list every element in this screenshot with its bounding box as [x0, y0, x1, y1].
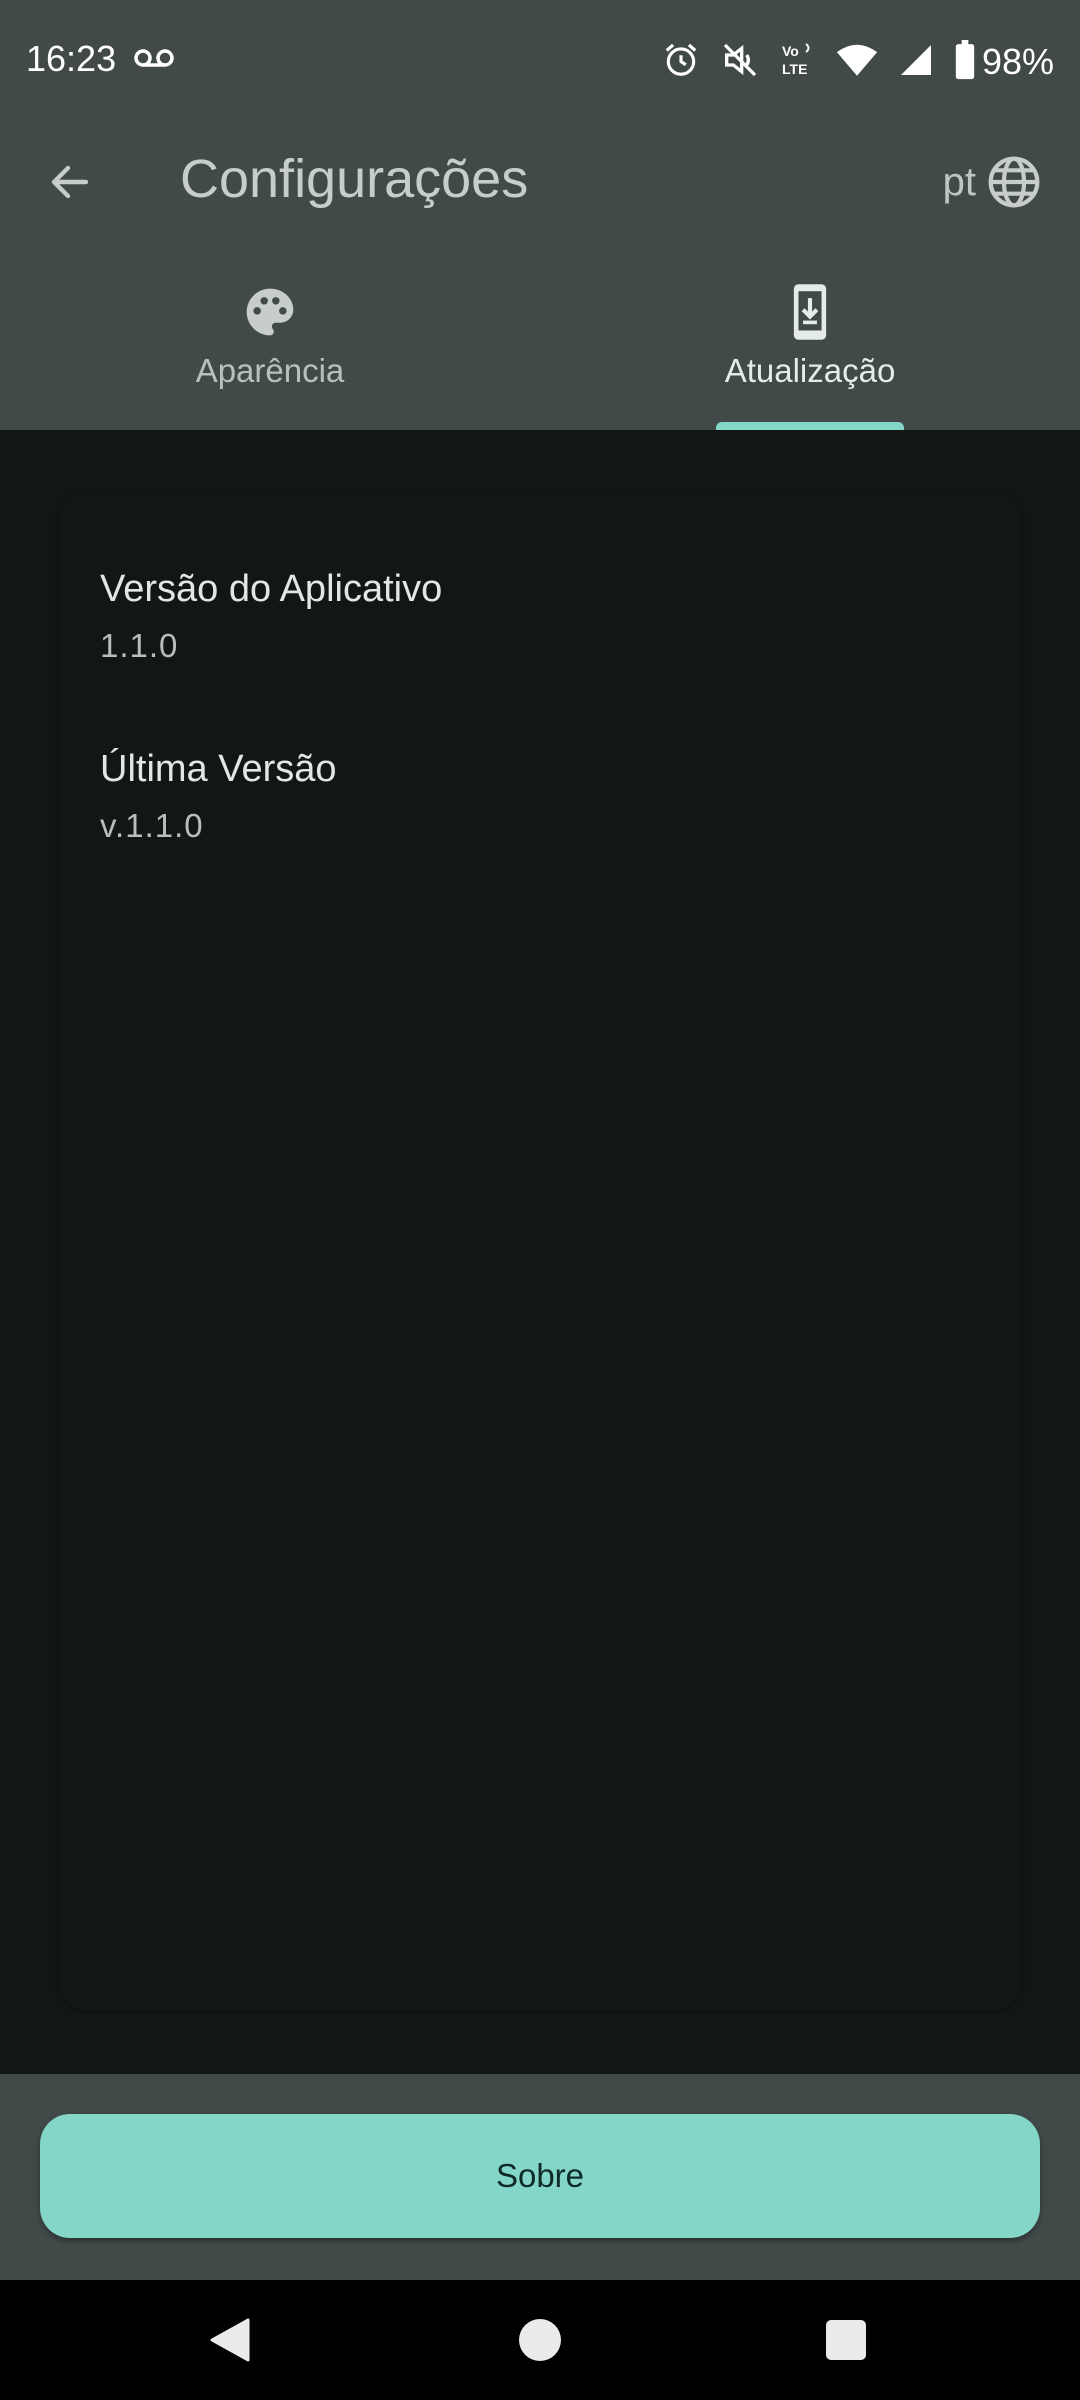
about-button-label: Sobre [495, 2157, 585, 2194]
bottom-action-area: Sobre [0, 2074, 1080, 2280]
palette-icon [240, 282, 300, 342]
volte-icon: Vo LTE [780, 40, 816, 85]
battery-percentage: 98% [981, 41, 1054, 82]
status-bar: 16:23 Vo LTE 98% [0, 0, 1080, 126]
version-info-card: Versão do Aplicativo 1.1.0 Última Versão… [58, 490, 1022, 2010]
signal-icon [898, 42, 934, 83]
vibrate-off-icon [720, 40, 760, 85]
app-bar: Configurações pt Aparência Atualização [0, 126, 1080, 430]
tab-update[interactable]: Atualização [540, 274, 1080, 430]
nav-home-button[interactable] [508, 2308, 572, 2372]
tab-appearance[interactable]: Aparência [0, 274, 540, 430]
battery-icon [954, 39, 976, 85]
language-code: pt [942, 159, 976, 204]
status-icons: Vo LTE 98% [662, 36, 1054, 88]
voicemail-icon [134, 48, 174, 75]
system-navigation-bar [0, 2280, 1080, 2400]
svg-text:LTE: LTE [782, 61, 807, 77]
phone-download-icon [780, 282, 840, 342]
back-button[interactable] [34, 146, 106, 218]
app-version-title: Versão do Aplicativo [100, 568, 443, 610]
app-version-value: 1.1.0 [100, 627, 179, 664]
square-recents-icon [826, 2320, 866, 2360]
app-version-item: Versão do Aplicativo 1.1.0 [100, 568, 442, 665]
svg-text:Vo: Vo [782, 43, 799, 59]
wifi-icon [836, 42, 878, 83]
language-button[interactable]: pt [943, 146, 1042, 218]
nav-back-button[interactable] [198, 2308, 262, 2372]
nav-recents-button[interactable] [814, 2308, 878, 2372]
latest-version-item: Última Versão v.1.1.0 [100, 748, 337, 845]
page-title: Configurações [180, 149, 529, 209]
status-time: 16:23 [26, 38, 117, 79]
active-tab-indicator [716, 422, 904, 430]
latest-version-title: Última Versão [100, 748, 337, 790]
alarm-icon [662, 41, 700, 84]
tab-label: Aparência [195, 352, 345, 389]
latest-version-value: v.1.1.0 [100, 807, 204, 844]
globe-icon [988, 156, 1040, 208]
arrow-back-icon [51, 165, 89, 199]
tab-bar: Aparência Atualização [0, 274, 1080, 430]
circle-home-icon [519, 2319, 561, 2361]
screen: 16:23 Vo LTE 98% Configurações pt Aparên… [0, 0, 1080, 2400]
triangle-back-icon [210, 2318, 250, 2362]
tab-label: Atualização [724, 352, 896, 389]
about-button[interactable]: Sobre [40, 2114, 1040, 2238]
